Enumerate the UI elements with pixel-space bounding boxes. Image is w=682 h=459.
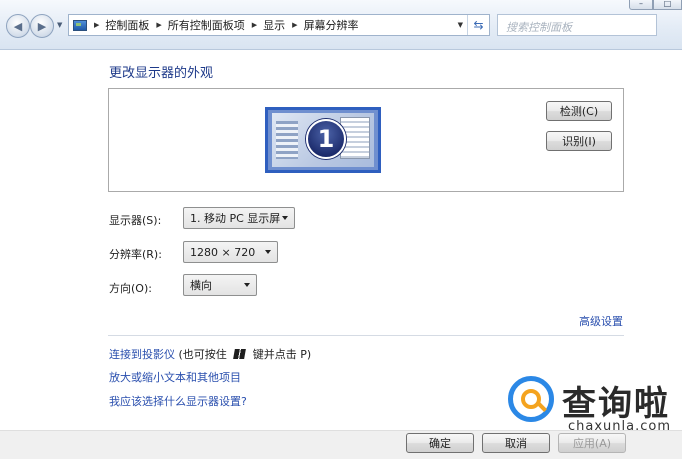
search-placeholder: 搜索控制面板 <box>506 21 572 34</box>
enlarge-text-link[interactable]: 放大或缩小文本和其他项目 <box>109 369 241 385</box>
arrow-left-icon: ◀ <box>13 19 23 33</box>
orientation-select[interactable]: 横向 <box>183 274 257 296</box>
monitor-number-badge: 1 <box>306 119 346 159</box>
dropdown-arrow-icon <box>265 250 271 254</box>
display-label: 显示器(S): <box>109 214 162 227</box>
projector-hint-post: 键并点击 P) <box>252 348 312 361</box>
watermark-logo-icon <box>508 376 554 422</box>
maximize-button[interactable]: □ <box>653 0 682 10</box>
breadcrumb-all-items[interactable]: 所有控制面板项 <box>168 17 245 33</box>
connect-projector-link[interactable]: 连接到投影仪 <box>109 348 175 361</box>
arrow-right-icon: ▶ <box>37 19 47 33</box>
recent-pages-dropdown-icon[interactable]: ▼ <box>57 21 62 29</box>
detect-button[interactable]: 检测(C) <box>546 101 612 121</box>
breadcrumb-control-panel[interactable]: 控制面板 <box>105 17 149 33</box>
minimize-icon: – <box>639 0 643 8</box>
minimize-button[interactable]: – <box>629 0 653 10</box>
watermark-url: chaxunla.com <box>568 419 671 434</box>
identify-button[interactable]: 识别(I) <box>546 131 612 151</box>
forward-button[interactable]: ▶ <box>30 14 54 38</box>
control-panel-icon <box>73 19 87 31</box>
which-settings-link[interactable]: 我应该选择什么显示器设置? <box>109 393 247 409</box>
back-button[interactable]: ◀ <box>6 14 30 38</box>
chevron-right-icon[interactable]: ▶ <box>252 21 257 29</box>
projector-row: 连接到投影仪 (也可按住 键并点击 P) <box>109 346 311 362</box>
windows-logo-icon <box>233 349 247 359</box>
watermark-text: 查询啦 <box>562 384 670 424</box>
divider <box>108 335 624 336</box>
maximize-icon: □ <box>663 0 672 8</box>
breadcrumb-screen-resolution[interactable]: 屏幕分辨率 <box>304 17 359 33</box>
chevron-right-icon[interactable]: ▶ <box>94 21 99 29</box>
dropdown-arrow-icon <box>244 283 250 287</box>
monitor-1-thumbnail[interactable]: 1 <box>265 107 381 173</box>
orientation-select-value: 横向 <box>190 279 212 292</box>
chevron-down-icon[interactable]: ▼ <box>458 21 463 29</box>
display-select[interactable]: 1. 移动 PC 显示屏 <box>183 207 295 229</box>
chevron-right-icon[interactable]: ▶ <box>156 21 161 29</box>
desktop-window-graphic <box>276 121 298 159</box>
advanced-settings-link[interactable]: 高级设置 <box>579 313 623 329</box>
address-bar[interactable]: ▶ 控制面板 ▶ 所有控制面板项 ▶ 显示 ▶ 屏幕分辨率 ▼ ⇆ <box>68 14 490 36</box>
watermark: 查询啦 chaxunla.com <box>504 370 682 440</box>
monitor-screen: 1 <box>272 113 374 167</box>
navigation-bar: ◀ ▶ ▼ ▶ 控制面板 ▶ 所有控制面板项 ▶ 显示 ▶ 屏幕分辨率 ▼ ⇆ … <box>0 0 682 50</box>
monitor-preview-panel: 1 检测(C) 识别(I) <box>108 88 624 192</box>
page-title: 更改显示器的外观 <box>109 66 214 81</box>
breadcrumb-display[interactable]: 显示 <box>263 17 285 33</box>
refresh-icon[interactable]: ⇆ <box>467 15 489 35</box>
orientation-label: 方向(O): <box>109 282 152 295</box>
resolution-label: 分辨率(R): <box>109 248 162 261</box>
display-select-value: 1. 移动 PC 显示屏 <box>190 212 281 225</box>
projector-hint-pre: (也可按住 <box>178 348 227 361</box>
search-input[interactable]: 搜索控制面板 <box>497 14 657 36</box>
resolution-select-value: 1280 × 720 <box>190 245 256 259</box>
ok-button[interactable]: 确定 <box>406 433 474 453</box>
dropdown-arrow-icon <box>282 216 288 220</box>
resolution-select[interactable]: 1280 × 720 <box>183 241 278 263</box>
chevron-right-icon[interactable]: ▶ <box>292 21 297 29</box>
